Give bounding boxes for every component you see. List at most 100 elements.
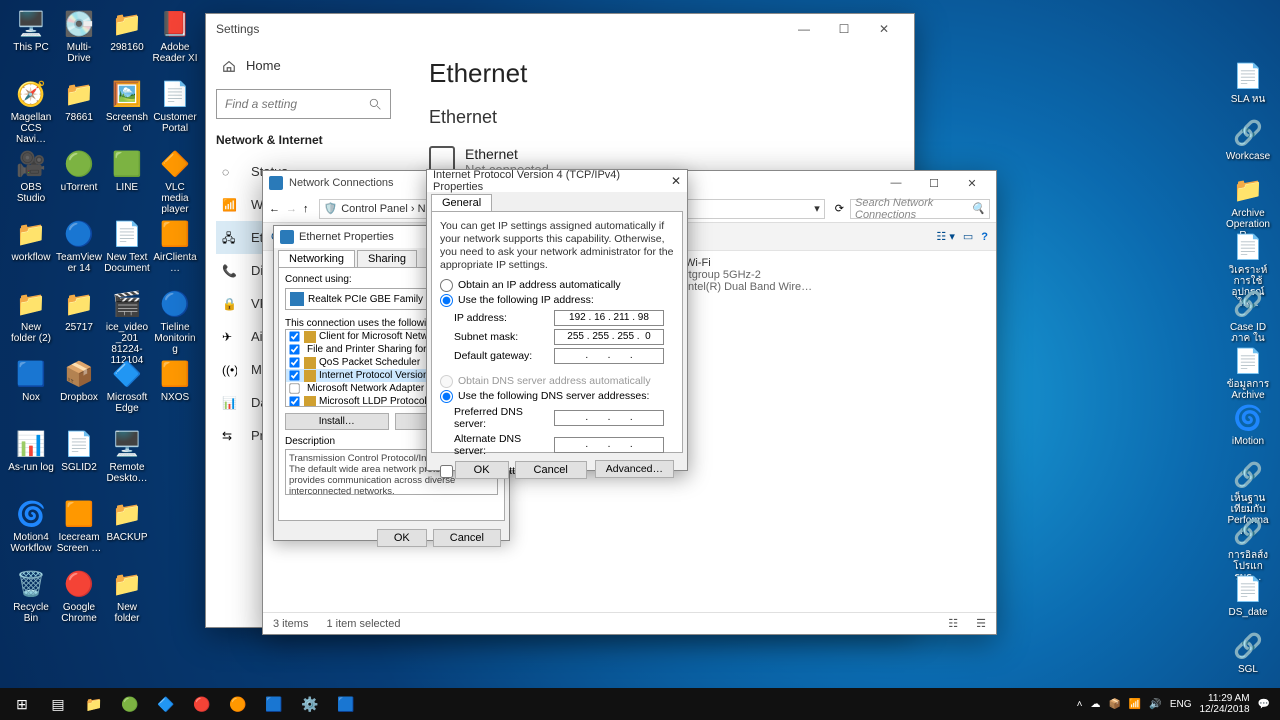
desktop-icon[interactable]: 📁25717	[56, 288, 102, 333]
desktop-icon[interactable]: 🖥️This PC	[8, 8, 54, 53]
cancel-button[interactable]: Cancel	[433, 529, 501, 547]
subnet-mask-field[interactable]	[554, 329, 664, 345]
desktop-icon[interactable]: 📄SGLID2	[56, 428, 102, 473]
desktop-icon[interactable]: 🖼️Screenshot	[104, 78, 150, 134]
view-details-icon[interactable]: ☷	[948, 617, 958, 630]
desktop-icon[interactable]: 📦Dropbox	[56, 358, 102, 403]
app-icon-2[interactable]: 🟦	[256, 688, 292, 720]
desktop-icon[interactable]: 🟧NXOS	[152, 358, 198, 403]
tab-general[interactable]: General	[431, 194, 492, 211]
desktop-icon[interactable]: 📁New folder (2)	[8, 288, 54, 344]
desktop-icon[interactable]: 📊As-run log	[8, 428, 54, 473]
default-gateway-field[interactable]	[554, 348, 664, 364]
desktop-icon[interactable]: 🔶VLC media player	[152, 148, 198, 215]
svg-text:🖧: 🖧	[222, 231, 235, 245]
maximize-button[interactable]: ☐	[916, 173, 952, 193]
radio-obtain-ip-auto[interactable]: Obtain an IP address automatically	[440, 279, 674, 292]
advanced-button[interactable]: Advanced…	[595, 460, 674, 478]
view-icons-button[interactable]: ☷ ▾	[936, 230, 954, 243]
back-button[interactable]: ←	[269, 203, 280, 215]
search-box[interactable]: Search Network Connections 🔍	[850, 199, 990, 219]
desktop-icon[interactable]: 🗑️Recycle Bin	[8, 568, 54, 624]
screenshot-tool-icon[interactable]: 🟦	[328, 688, 364, 720]
taskbar-clock[interactable]: 11:29 AM 12/24/2018	[1199, 693, 1249, 716]
help-button[interactable]: ?	[981, 231, 988, 243]
refresh-button[interactable]: ⟳	[835, 202, 844, 215]
desktop-icon[interactable]: 📄DS_date	[1225, 573, 1271, 618]
preferred-dns-field[interactable]	[554, 410, 664, 426]
close-button[interactable]: ✕	[864, 15, 904, 43]
close-button[interactable]: ✕	[671, 174, 681, 188]
tray-wifi-icon[interactable]: 📶	[1129, 699, 1141, 710]
desktop-icon[interactable]: 🔴Google Chrome	[56, 568, 102, 624]
tray-chevron-icon[interactable]: ˄	[1077, 699, 1083, 710]
action-center-icon[interactable]: 💬	[1258, 699, 1270, 710]
desktop-icon[interactable]: 🔵Tieline Monitoring	[152, 288, 198, 355]
desktop-icon[interactable]: 🟧Icecream Screen …	[56, 498, 102, 554]
desktop-icon[interactable]: 🔗Case ID ภาค ใน	[1225, 288, 1271, 344]
tab-networking[interactable]: Networking	[278, 250, 355, 267]
svg-text:✈: ✈	[222, 330, 232, 344]
tray-cloud-icon[interactable]: ☁	[1090, 699, 1100, 710]
svg-text:((•)): ((•))	[222, 363, 237, 377]
ok-button[interactable]: OK	[377, 529, 427, 547]
desktop-icon[interactable]: 📄Customer Portal	[152, 78, 198, 134]
desktop-icon[interactable]: 📕Adobe Reader XI	[152, 8, 198, 64]
desktop-icon[interactable]: 🖥️Remote Deskto…	[104, 428, 150, 484]
task-view-button[interactable]: ▤	[40, 688, 76, 720]
desktop-icon[interactable]: 🌀iMotion	[1225, 402, 1271, 447]
app-icon[interactable]: 🟠	[220, 688, 256, 720]
chrome-icon[interactable]: 🔴	[184, 688, 220, 720]
desktop-icon[interactable]: 🎥OBS Studio	[8, 148, 54, 204]
file-explorer-icon[interactable]: 📁	[76, 688, 112, 720]
ip-address-field[interactable]	[554, 310, 664, 326]
up-button[interactable]: ↑	[303, 203, 309, 215]
ok-button[interactable]: OK	[455, 461, 509, 479]
install-button[interactable]: Install…	[285, 413, 389, 430]
desktop-icon[interactable]: 📄New Text Document	[104, 218, 150, 274]
tray-volume-icon[interactable]: 🔊	[1149, 699, 1161, 710]
desktop-icon[interactable]: 🟦Nox	[8, 358, 54, 403]
home-link[interactable]: Home	[216, 50, 391, 81]
wifi-adapter-item[interactable]: Wi-Fi rtgroup 5GHz-2 Intel(R) Dual Band …	[685, 257, 990, 293]
desktop-icon[interactable]: 📄ข้อมูลการ Archive	[1225, 345, 1271, 401]
alternate-dns-field[interactable]	[554, 437, 664, 453]
forward-button[interactable]: →	[286, 203, 297, 215]
radio-use-dns[interactable]: Use the following DNS server addresses:	[440, 390, 674, 403]
desktop-icon[interactable]: 📁BACKUP	[104, 498, 150, 543]
desktop-icon[interactable]: 🧭Magellan CCS Navi…	[8, 78, 54, 145]
minimize-button[interactable]: —	[784, 15, 824, 43]
desktop-icon[interactable]: 💽Multi-Drive	[56, 8, 102, 64]
desktop-icon[interactable]: 🔗SGL	[1225, 630, 1271, 675]
preview-pane-button[interactable]: ▭	[963, 230, 973, 243]
desktop-icon[interactable]: 🔵TeamViewer 14	[56, 218, 102, 274]
desktop-icon[interactable]: 🟧AirClienta…	[152, 218, 198, 274]
network-icon	[269, 176, 283, 190]
desktop-icon[interactable]: 🔷Microsoft Edge	[104, 358, 150, 414]
utorrent-icon[interactable]: 🟢	[112, 688, 148, 720]
settings-icon[interactable]: ⚙️	[292, 688, 328, 720]
tray-language[interactable]: ENG	[1170, 699, 1192, 710]
desktop-icon[interactable]: 📁New folder	[104, 568, 150, 624]
desktop-icon[interactable]: 🌀Motion4 Workflow	[8, 498, 54, 554]
maximize-button[interactable]: ☐	[824, 15, 864, 43]
desktop-icon[interactable]: 🔗Workcase	[1225, 117, 1271, 162]
settings-search[interactable]: Find a setting	[216, 89, 391, 119]
desktop-icon[interactable]: 📁78661	[56, 78, 102, 123]
tray-dropbox-icon[interactable]: 📦	[1108, 699, 1120, 710]
start-button[interactable]: ⊞	[4, 688, 40, 720]
desktop-icon[interactable]: 📁workflow	[8, 218, 54, 263]
minimize-button[interactable]: —	[878, 173, 914, 193]
desktop-icon[interactable]: 🟢uTorrent	[56, 148, 102, 193]
desktop-icon[interactable]: 📄SLA หน	[1225, 60, 1271, 105]
view-list-icon[interactable]: ☴	[976, 617, 986, 630]
desktop-icon[interactable]: 🟩LINE	[104, 148, 150, 193]
desktop-icon[interactable]: 🎬ice_video_201 81224-112104	[104, 288, 150, 366]
cancel-button[interactable]: Cancel	[515, 461, 587, 479]
edge-icon[interactable]: 🔷	[148, 688, 184, 720]
close-button[interactable]: ✕	[954, 173, 990, 193]
tab-sharing[interactable]: Sharing	[357, 250, 417, 267]
desktop-icon[interactable]: 📁298160	[104, 8, 150, 53]
radio-use-ip[interactable]: Use the following IP address:	[440, 294, 674, 307]
svg-text:◌: ◌	[222, 165, 229, 179]
